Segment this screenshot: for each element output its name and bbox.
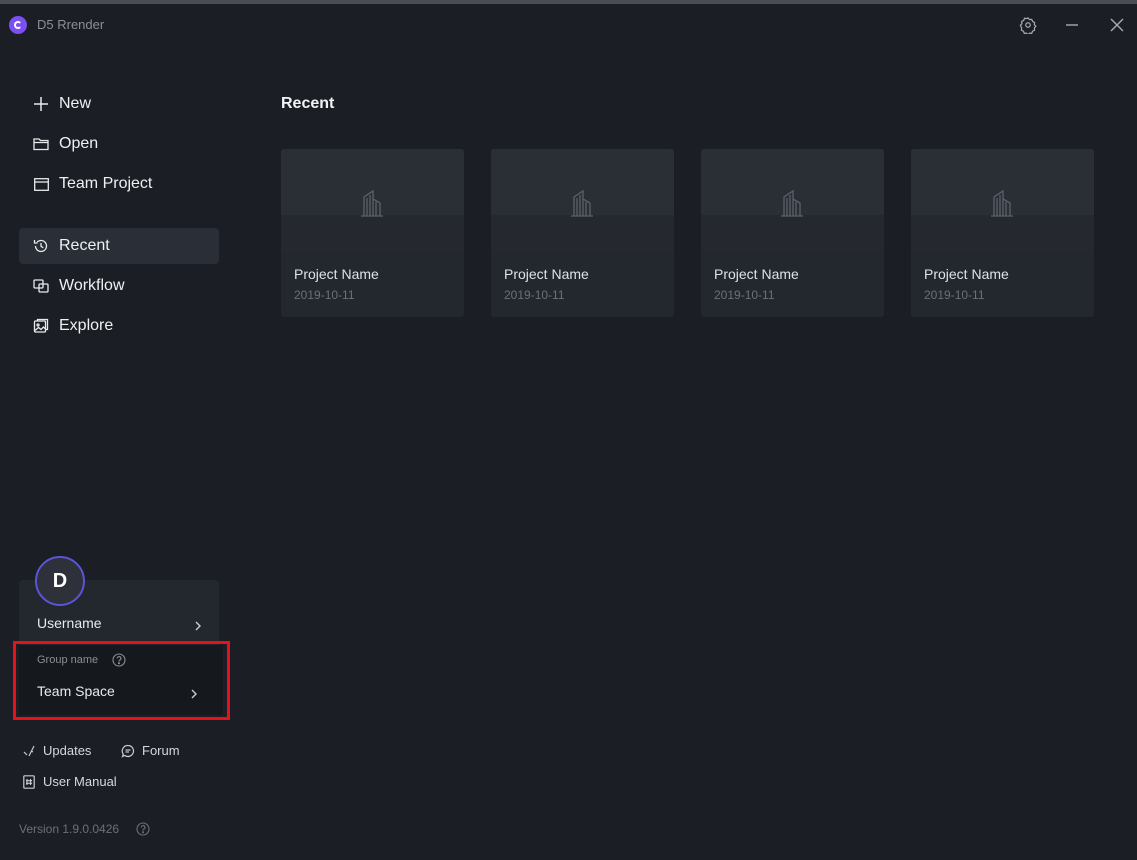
updates-label: Updates xyxy=(43,743,92,758)
version-label: Version 1.9.0.0426 xyxy=(19,822,120,836)
updates-link[interactable]: Updates xyxy=(22,743,91,758)
new-button[interactable]: New xyxy=(19,86,219,122)
gear-icon[interactable] xyxy=(1015,12,1041,38)
avatar[interactable]: D xyxy=(35,556,85,606)
team-space-button[interactable]: Team Space xyxy=(19,676,223,706)
project-date: 2019-10-11 xyxy=(294,288,355,302)
help-icon[interactable] xyxy=(136,822,150,836)
username-button[interactable]: Username xyxy=(19,606,219,640)
building-icon xyxy=(989,189,1015,217)
project-card[interactable]: Project Name 2019-10-11 xyxy=(281,149,464,317)
group-name-label: Group name xyxy=(37,654,99,666)
chevron-right-icon xyxy=(189,686,199,699)
app-title: D5 Rrender xyxy=(37,17,105,32)
project-card[interactable]: Project Name 2019-10-11 xyxy=(911,149,1094,317)
team-project-label: Team Project xyxy=(59,175,153,192)
project-date: 2019-10-11 xyxy=(924,288,985,302)
project-card[interactable]: Project Name 2019-10-11 xyxy=(491,149,674,317)
window-icon xyxy=(33,176,49,192)
manual-icon xyxy=(22,774,36,789)
new-label: New xyxy=(59,95,92,112)
sidebar-item-recent[interactable]: Recent xyxy=(19,228,219,264)
chat-icon xyxy=(121,744,135,758)
history-icon xyxy=(33,238,49,254)
help-icon[interactable] xyxy=(112,653,126,667)
sidebar-item-label: Explore xyxy=(59,317,114,334)
close-icon[interactable] xyxy=(1104,12,1130,38)
explore-icon xyxy=(33,318,49,334)
updates-icon xyxy=(22,744,36,758)
team-project-button[interactable]: Team Project xyxy=(19,166,219,202)
folder-icon xyxy=(33,136,49,152)
project-card[interactable]: Project Name 2019-10-11 xyxy=(701,149,884,317)
sidebar-item-label: Recent xyxy=(59,237,110,254)
sidebar-item-explore[interactable]: Explore xyxy=(19,308,219,344)
plus-icon xyxy=(33,96,49,112)
d5-logo-icon xyxy=(9,16,27,34)
team-space-label: Team Space xyxy=(37,683,115,699)
forum-link[interactable]: Forum xyxy=(121,743,180,758)
chevron-right-icon xyxy=(193,618,203,631)
open-label: Open xyxy=(59,135,99,152)
project-date: 2019-10-11 xyxy=(714,288,775,302)
sidebar-item-label: Workflow xyxy=(59,277,125,294)
minimize-icon[interactable] xyxy=(1059,12,1085,38)
username-label: Username xyxy=(37,615,102,631)
building-icon xyxy=(569,189,595,217)
open-button[interactable]: Open xyxy=(19,126,219,162)
workflow-icon xyxy=(33,278,49,294)
project-name: Project Name xyxy=(714,266,799,282)
forum-label: Forum xyxy=(142,743,180,758)
section-title: Recent xyxy=(281,95,335,112)
project-name: Project Name xyxy=(504,266,589,282)
sidebar-item-workflow[interactable]: Workflow xyxy=(19,268,219,304)
project-date: 2019-10-11 xyxy=(504,288,565,302)
project-name: Project Name xyxy=(924,266,1009,282)
user-manual-label: User Manual xyxy=(43,774,117,789)
user-manual-link[interactable]: User Manual xyxy=(22,774,117,789)
title-bar: D5 Rrender xyxy=(0,4,1137,44)
project-name: Project Name xyxy=(294,266,379,282)
building-icon xyxy=(779,189,805,217)
building-icon xyxy=(359,189,385,217)
